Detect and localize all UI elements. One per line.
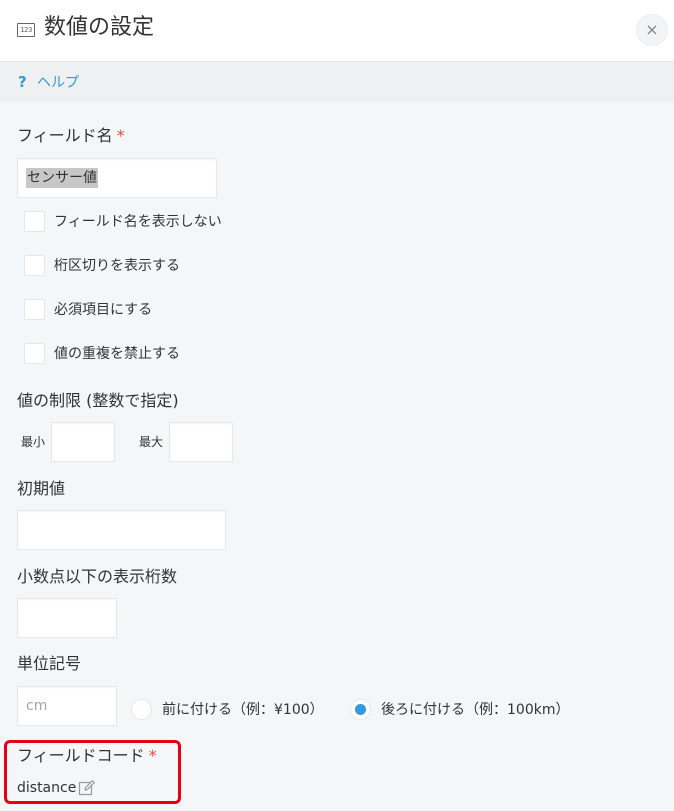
dialog-header: 123 数値の設定 × <box>0 0 674 62</box>
required-mark: * <box>148 746 157 765</box>
value-limit-label: 値の制限 (整数で指定) <box>17 391 179 410</box>
checkbox-label: 値の重複を禁止する <box>54 346 180 362</box>
unit-position-after-radio[interactable] <box>350 699 371 720</box>
unit-placeholder: cm <box>26 698 48 714</box>
field-name-value: センサー値 <box>26 168 98 188</box>
unit-position-before-label[interactable]: 前に付ける（例：¥100） <box>162 700 324 720</box>
min-label: 最小 <box>21 435 46 449</box>
help-link[interactable]: ヘルプ <box>37 73 79 93</box>
default-value-input[interactable] <box>17 510 226 550</box>
edit-icon[interactable] <box>78 779 96 797</box>
unit-position-after-label[interactable]: 後ろに付ける（例：100km） <box>381 700 569 720</box>
help-bar: ? ヘルプ <box>0 62 674 102</box>
min-input[interactable] <box>51 422 115 462</box>
close-button[interactable]: × <box>636 14 668 46</box>
field-name-label: フィールド名 * <box>17 125 125 147</box>
decimal-places-label: 小数点以下の表示桁数 <box>17 567 178 586</box>
max-label: 最大 <box>139 435 164 449</box>
unit-input[interactable]: cm <box>17 686 117 726</box>
number-field-icon: 123 <box>17 23 35 37</box>
default-value-label: 初期値 <box>17 479 66 498</box>
unit-position-before-radio[interactable] <box>131 699 152 720</box>
checkbox[interactable] <box>24 255 45 276</box>
required-mark: * <box>116 126 125 145</box>
field-code-label: フィールドコード * <box>17 745 157 767</box>
checkbox[interactable] <box>24 343 45 364</box>
checkbox[interactable] <box>24 211 45 232</box>
checkbox[interactable] <box>24 299 45 320</box>
help-icon[interactable]: ? <box>18 72 27 92</box>
checkbox-label: 桁区切りを表示する <box>54 258 180 274</box>
field-code-value: distance <box>17 780 77 796</box>
unit-label: 単位記号 <box>17 654 82 673</box>
field-name-label-text: フィールド名 <box>17 126 113 145</box>
field-code-label-text: フィールドコード <box>17 746 145 765</box>
max-input[interactable] <box>169 422 233 462</box>
field-name-input[interactable]: センサー値 <box>17 158 217 198</box>
checkbox-label: 必須項目にする <box>54 302 153 318</box>
dialog-title: 数値の設定 <box>44 15 155 40</box>
checkbox-label: フィールド名を表示しない <box>54 214 222 230</box>
decimal-places-input[interactable] <box>17 598 117 638</box>
